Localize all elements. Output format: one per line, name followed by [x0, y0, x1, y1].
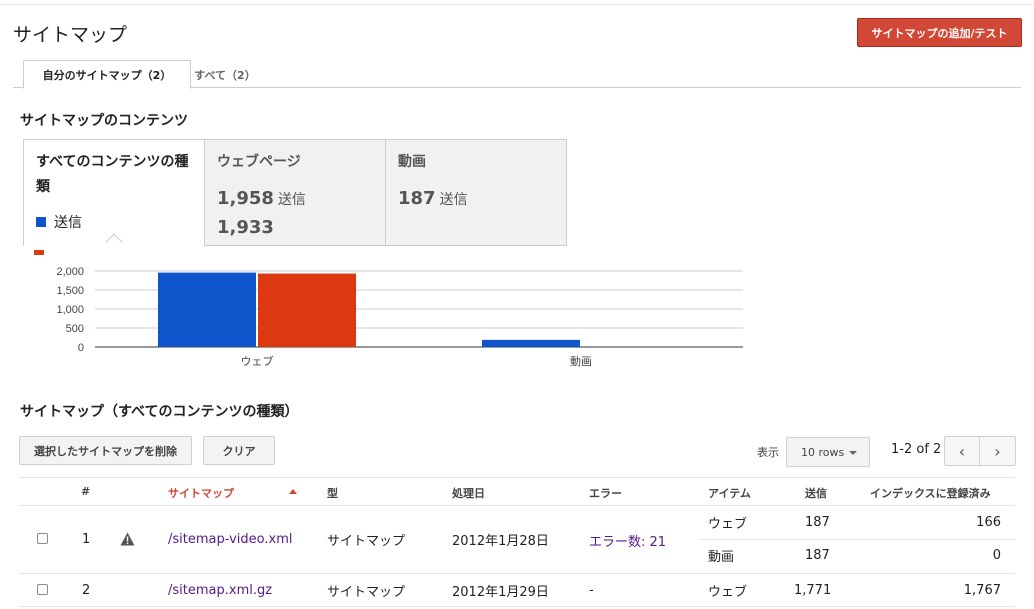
table-top-border — [19, 477, 1015, 478]
bar — [158, 272, 256, 347]
content-bar-chart: 2,000 1,500 1,000 500 0 ウェブ 動画 — [56, 266, 743, 368]
card-all-content[interactable]: すべてのコンテンツの種類 送信 — [24, 140, 205, 246]
top-divider — [0, 4, 1034, 5]
card-web-submitted-unit: 送信 — [277, 192, 306, 208]
sub-row-border — [700, 539, 1015, 540]
card-web-title: ウェブページ — [217, 154, 301, 170]
th-type[interactable]: 型 — [327, 485, 338, 501]
y-tick-label: 1,000 — [56, 304, 84, 316]
sitemap-link[interactable]: /sitemap-video.xml — [168, 532, 292, 547]
x-tick-label: 動画 — [570, 354, 592, 368]
x-tick-label: ウェブ — [241, 354, 274, 368]
row-border — [19, 573, 1015, 574]
rows-per-page-select[interactable]: 10 rows — [786, 437, 870, 467]
th-items: アイテム — [708, 487, 751, 500]
page-title: サイトマップ — [13, 24, 128, 46]
row-num: 2 — [82, 583, 91, 598]
th-processed[interactable]: 処理日 — [452, 485, 485, 501]
row-submitted: 187 — [805, 515, 830, 530]
next-page-button[interactable]: › — [980, 436, 1016, 466]
card-web-pages[interactable]: ウェブページ 1,958 送信 1,933 — [205, 140, 386, 245]
y-tick-label: 500 — [66, 323, 84, 335]
th-sitemap[interactable]: サイトマップ — [168, 485, 234, 501]
content-section-title: サイトマップのコンテンツ — [20, 113, 188, 129]
th-num: # — [81, 485, 91, 498]
row-item: 動画 — [708, 550, 735, 565]
row-processed: 2012年1月29日 — [452, 585, 549, 600]
legend-submitted-label: 送信 — [54, 215, 82, 231]
delete-selected-button[interactable]: 選択したサイトマップを削除 — [19, 436, 192, 465]
table-bottom-border — [19, 606, 1015, 607]
rows-per-page-value: 10 rows — [801, 445, 845, 459]
card-video[interactable]: 動画 187 送信 — [386, 140, 566, 245]
row-indexed: 1,767 — [963, 583, 1001, 598]
card-video-submitted: 187 送信 — [398, 188, 554, 209]
display-label: 表示 — [757, 446, 779, 459]
clear-button[interactable]: クリア — [203, 436, 275, 465]
card-video-title: 動画 — [398, 154, 426, 170]
tab-all[interactable]: すべて（2） — [193, 60, 257, 89]
y-tick-label: 1,500 — [56, 285, 84, 297]
table-header-border — [19, 505, 1015, 506]
content-type-cards: すべてのコンテンツの種類 送信 ウェブページ 1,958 送信 1,933 動画 … — [23, 139, 567, 246]
y-tick-label: 0 — [78, 342, 84, 354]
row-item: ウェブ — [708, 585, 748, 600]
row-submitted: 1,771 — [794, 583, 832, 598]
add-test-sitemap-button[interactable]: サイトマップの追加/テスト — [857, 18, 1022, 47]
errors-link[interactable]: エラー数: 21 — [589, 531, 666, 550]
row-type: サイトマップ — [327, 534, 406, 549]
pager-text: 1-2 of 2 — [891, 442, 942, 457]
row-item: ウェブ — [708, 517, 748, 532]
row-checkbox[interactable] — [37, 533, 48, 544]
dropdown-arrow-icon — [849, 451, 857, 455]
sort-ascending-icon — [289, 489, 297, 494]
row-indexed: 0 — [992, 548, 1001, 563]
tab-my-sitemaps[interactable]: 自分のサイトマップ（2） — [23, 60, 191, 89]
row-indexed: 166 — [976, 515, 1001, 530]
sitemap-link[interactable]: /sitemap.xml.gz — [168, 583, 272, 598]
card-video-submitted-value: 187 — [398, 188, 436, 209]
card-web-submitted: 1,958 送信 — [217, 188, 373, 209]
th-indexed: インデックスに登録済み — [870, 487, 991, 500]
prev-page-button[interactable]: ‹ — [944, 436, 980, 466]
row-num: 1 — [82, 532, 91, 547]
tab-bar: 自分のサイトマップ（2） すべて（2） — [13, 60, 1021, 89]
legend-submitted: 送信 — [36, 212, 192, 232]
list-section-title: サイトマップ（すべてのコンテンツの種類） — [20, 404, 299, 420]
card-video-submitted-unit: 送信 — [439, 192, 468, 208]
row-checkbox[interactable] — [37, 584, 48, 595]
card-web-submitted-value: 1,958 — [217, 188, 274, 209]
submitted-swatch — [36, 217, 46, 227]
row-processed: 2012年1月28日 — [452, 534, 549, 549]
y-tick-label: 2,000 — [56, 266, 84, 278]
th-submitted: 送信 — [805, 487, 827, 500]
row-type: サイトマップ — [327, 585, 406, 600]
card-all-title: すべてのコンテンツの種類 — [36, 154, 189, 195]
th-errors[interactable]: エラー — [589, 485, 622, 501]
card-web-indexed-value: 1,933 — [217, 217, 274, 238]
warning-icon — [120, 532, 135, 546]
bar — [482, 339, 580, 347]
row-errors: - — [589, 583, 594, 598]
row-submitted: 187 — [805, 548, 830, 563]
bar — [258, 273, 356, 347]
